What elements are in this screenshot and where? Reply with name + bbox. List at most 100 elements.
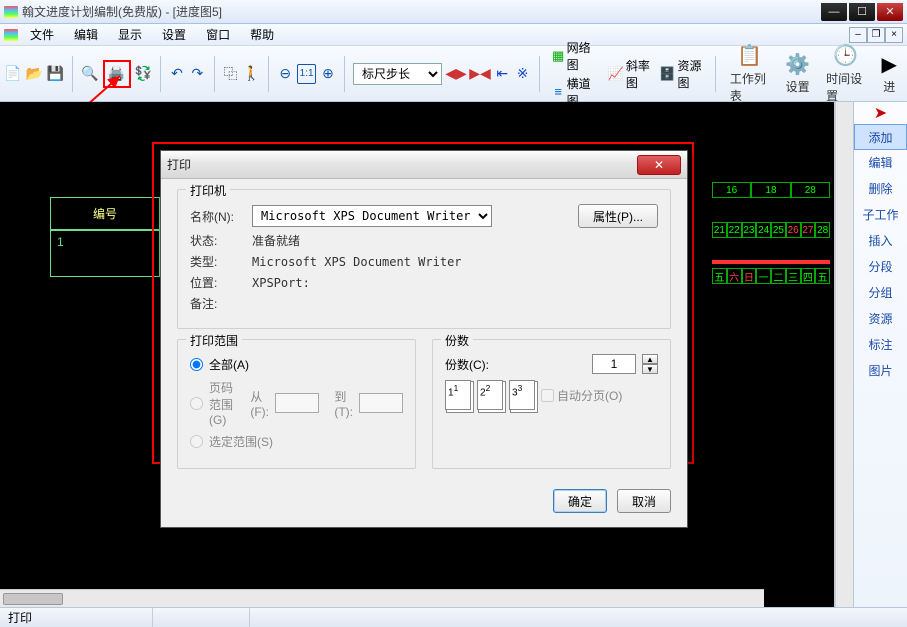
range-selection-radio [190,435,203,448]
sidebar-item-subtask[interactable]: 子工作 [854,202,907,228]
collate-checkbox [541,389,554,402]
slope-icon: 📈 [608,66,624,82]
list-icon: 📋 [737,44,762,68]
chart-type-group-2: 📈斜率图 🗄️资源图 [604,57,707,91]
scrollbar-thumb[interactable] [3,593,63,605]
app-icon-small [4,29,18,41]
spin-up-icon[interactable]: ▲ [642,354,658,364]
toolbar: 📄 📂 💾 🔍 🖨️ 💱 ↶ ↷ ⿻ 🚶 ⊖ 1:1 ⊕ 标尺步长 ◀▶ ▶◀ … [0,46,907,102]
close-button[interactable]: ✕ [877,3,903,21]
gear-icon: ⚙️ [785,52,810,76]
menu-window[interactable]: 窗口 [198,24,238,45]
range-selection-label: 选定范围(S) [209,433,273,450]
align-left-icon[interactable]: ◀▶ [446,64,466,84]
menu-edit[interactable]: 编辑 [66,24,106,45]
chart-type-group: ▦网络图 ≡横道图 [548,39,600,109]
minimize-button[interactable]: — [821,3,847,21]
progress-button[interactable]: ▶ 进 [876,52,903,95]
ok-button[interactable]: 确定 [553,489,607,513]
sidebar-item-annotate[interactable]: 标注 [854,332,907,358]
preview-icon[interactable]: 🔍 [81,64,98,84]
copy-icon[interactable]: ⿻ [222,64,238,84]
new-icon[interactable]: 📄 [4,64,21,84]
menu-file[interactable]: 文件 [22,24,62,45]
sidebar-item-insert[interactable]: 插入 [854,228,907,254]
redo-icon[interactable]: ↷ [189,64,205,84]
progress-icon: ▶ [882,52,897,76]
walk-icon[interactable]: 🚶 [243,64,260,84]
maximize-button[interactable]: ☐ [849,3,875,21]
network-icon: ▦ [552,48,565,64]
cancel-button[interactable]: 取消 [617,489,671,513]
separator [72,56,73,92]
separator [539,56,540,92]
dialog-close-button[interactable]: ✕ [637,155,681,175]
align-right-icon[interactable]: ⇤ [494,64,510,84]
menu-help[interactable]: 帮助 [242,24,282,45]
vertical-scrollbar[interactable] [835,102,853,607]
undo-icon[interactable]: ↶ [169,64,185,84]
open-icon[interactable]: 📂 [25,64,42,84]
copies-input[interactable] [592,354,636,374]
sidebar-item-segment[interactable]: 分段 [854,254,907,280]
menu-view[interactable]: 显示 [110,24,150,45]
separator [715,56,716,92]
sidebar-item-group[interactable]: 分组 [854,280,907,306]
settings-button[interactable]: ⚙️ 设置 [779,52,816,95]
work-list-button[interactable]: 📋 工作列表 [724,44,775,104]
sidebar-item-resource[interactable]: 资源 [854,306,907,332]
sidebar: ➤ 添加 编辑 删除 子工作 插入 分段 分组 资源 标注 图片 [853,102,907,607]
status-text: 打印 [6,608,152,627]
mdi-close[interactable]: × [885,27,903,43]
time-settings-button[interactable]: 🕒 时间设置 [820,44,871,104]
copies-spinner[interactable]: ▲▼ [642,354,658,374]
print-dialog: 打印 ✕ 打印机 名称(N): Microsoft XPS Document W… [160,150,688,528]
export-icon[interactable]: 💱 [135,64,152,84]
distribute-icon[interactable]: ※ [514,64,530,84]
printer-name-select[interactable]: Microsoft XPS Document Writer [252,205,492,227]
zoom-in-icon[interactable]: ⊕ [320,64,336,84]
save-icon[interactable]: 💾 [47,64,64,84]
sidebar-item-edit[interactable]: 编辑 [854,150,907,176]
task-id-column: 编号 1 [50,197,160,277]
calendar-grid: 161828 2122232425262728 五六日一二三四五 [712,182,830,284]
resource-icon: 🗄️ [659,66,675,82]
range-legend: 打印范围 [186,332,242,349]
zoom-out-icon[interactable]: ⊖ [277,64,293,84]
app-title: 翰文进度计划编制(免费版) - [进度图5] [22,3,821,20]
mdi-minimize[interactable]: – [849,27,867,43]
from-label: 从(F): [250,388,269,419]
cursor-icon[interactable]: ➤ [854,102,907,124]
task-row[interactable]: 1 [51,230,159,278]
page-icon: 22 [477,380,503,410]
properties-button[interactable]: 属性(P)... [578,204,658,228]
page-icon: 33 [509,380,535,410]
separator [214,56,215,92]
zoom-fit-icon[interactable]: 1:1 [297,64,315,84]
dialog-title-bar[interactable]: 打印 ✕ [161,151,687,179]
status-cell-2 [152,608,249,627]
type-label: 类型: [190,253,246,270]
status-value: 准备就绪 [252,232,300,249]
align-center-icon[interactable]: ▶◀ [470,64,490,84]
range-all-radio[interactable] [190,358,203,371]
title-bar: 翰文进度计划编制(免费版) - [进度图5] — ☐ ✕ [0,0,907,24]
spin-down-icon[interactable]: ▼ [642,364,658,374]
mdi-restore[interactable]: ❐ [867,27,885,43]
task-bar[interactable] [712,260,830,264]
from-input [275,393,319,413]
sidebar-item-delete[interactable]: 删除 [854,176,907,202]
print-icon[interactable]: 🖨️ [107,64,127,84]
clock-icon: 🕒 [833,44,858,68]
horizontal-scrollbar[interactable] [0,589,764,607]
resource-chart-button[interactable]: 🗄️资源图 [659,57,703,91]
menu-settings[interactable]: 设置 [154,24,194,45]
copies-fieldset: 份数 份数(C): ▲▼ 11 22 33 自动分页(O) [432,339,671,469]
where-value: XPSPort: [252,276,310,290]
slope-chart-button[interactable]: 📈斜率图 [608,57,652,91]
sidebar-item-image[interactable]: 图片 [854,358,907,384]
scale-step-select[interactable]: 标尺步长 [353,63,442,85]
to-input [359,393,403,413]
network-chart-button[interactable]: ▦网络图 [552,39,596,73]
sidebar-item-add[interactable]: 添加 [854,124,907,150]
